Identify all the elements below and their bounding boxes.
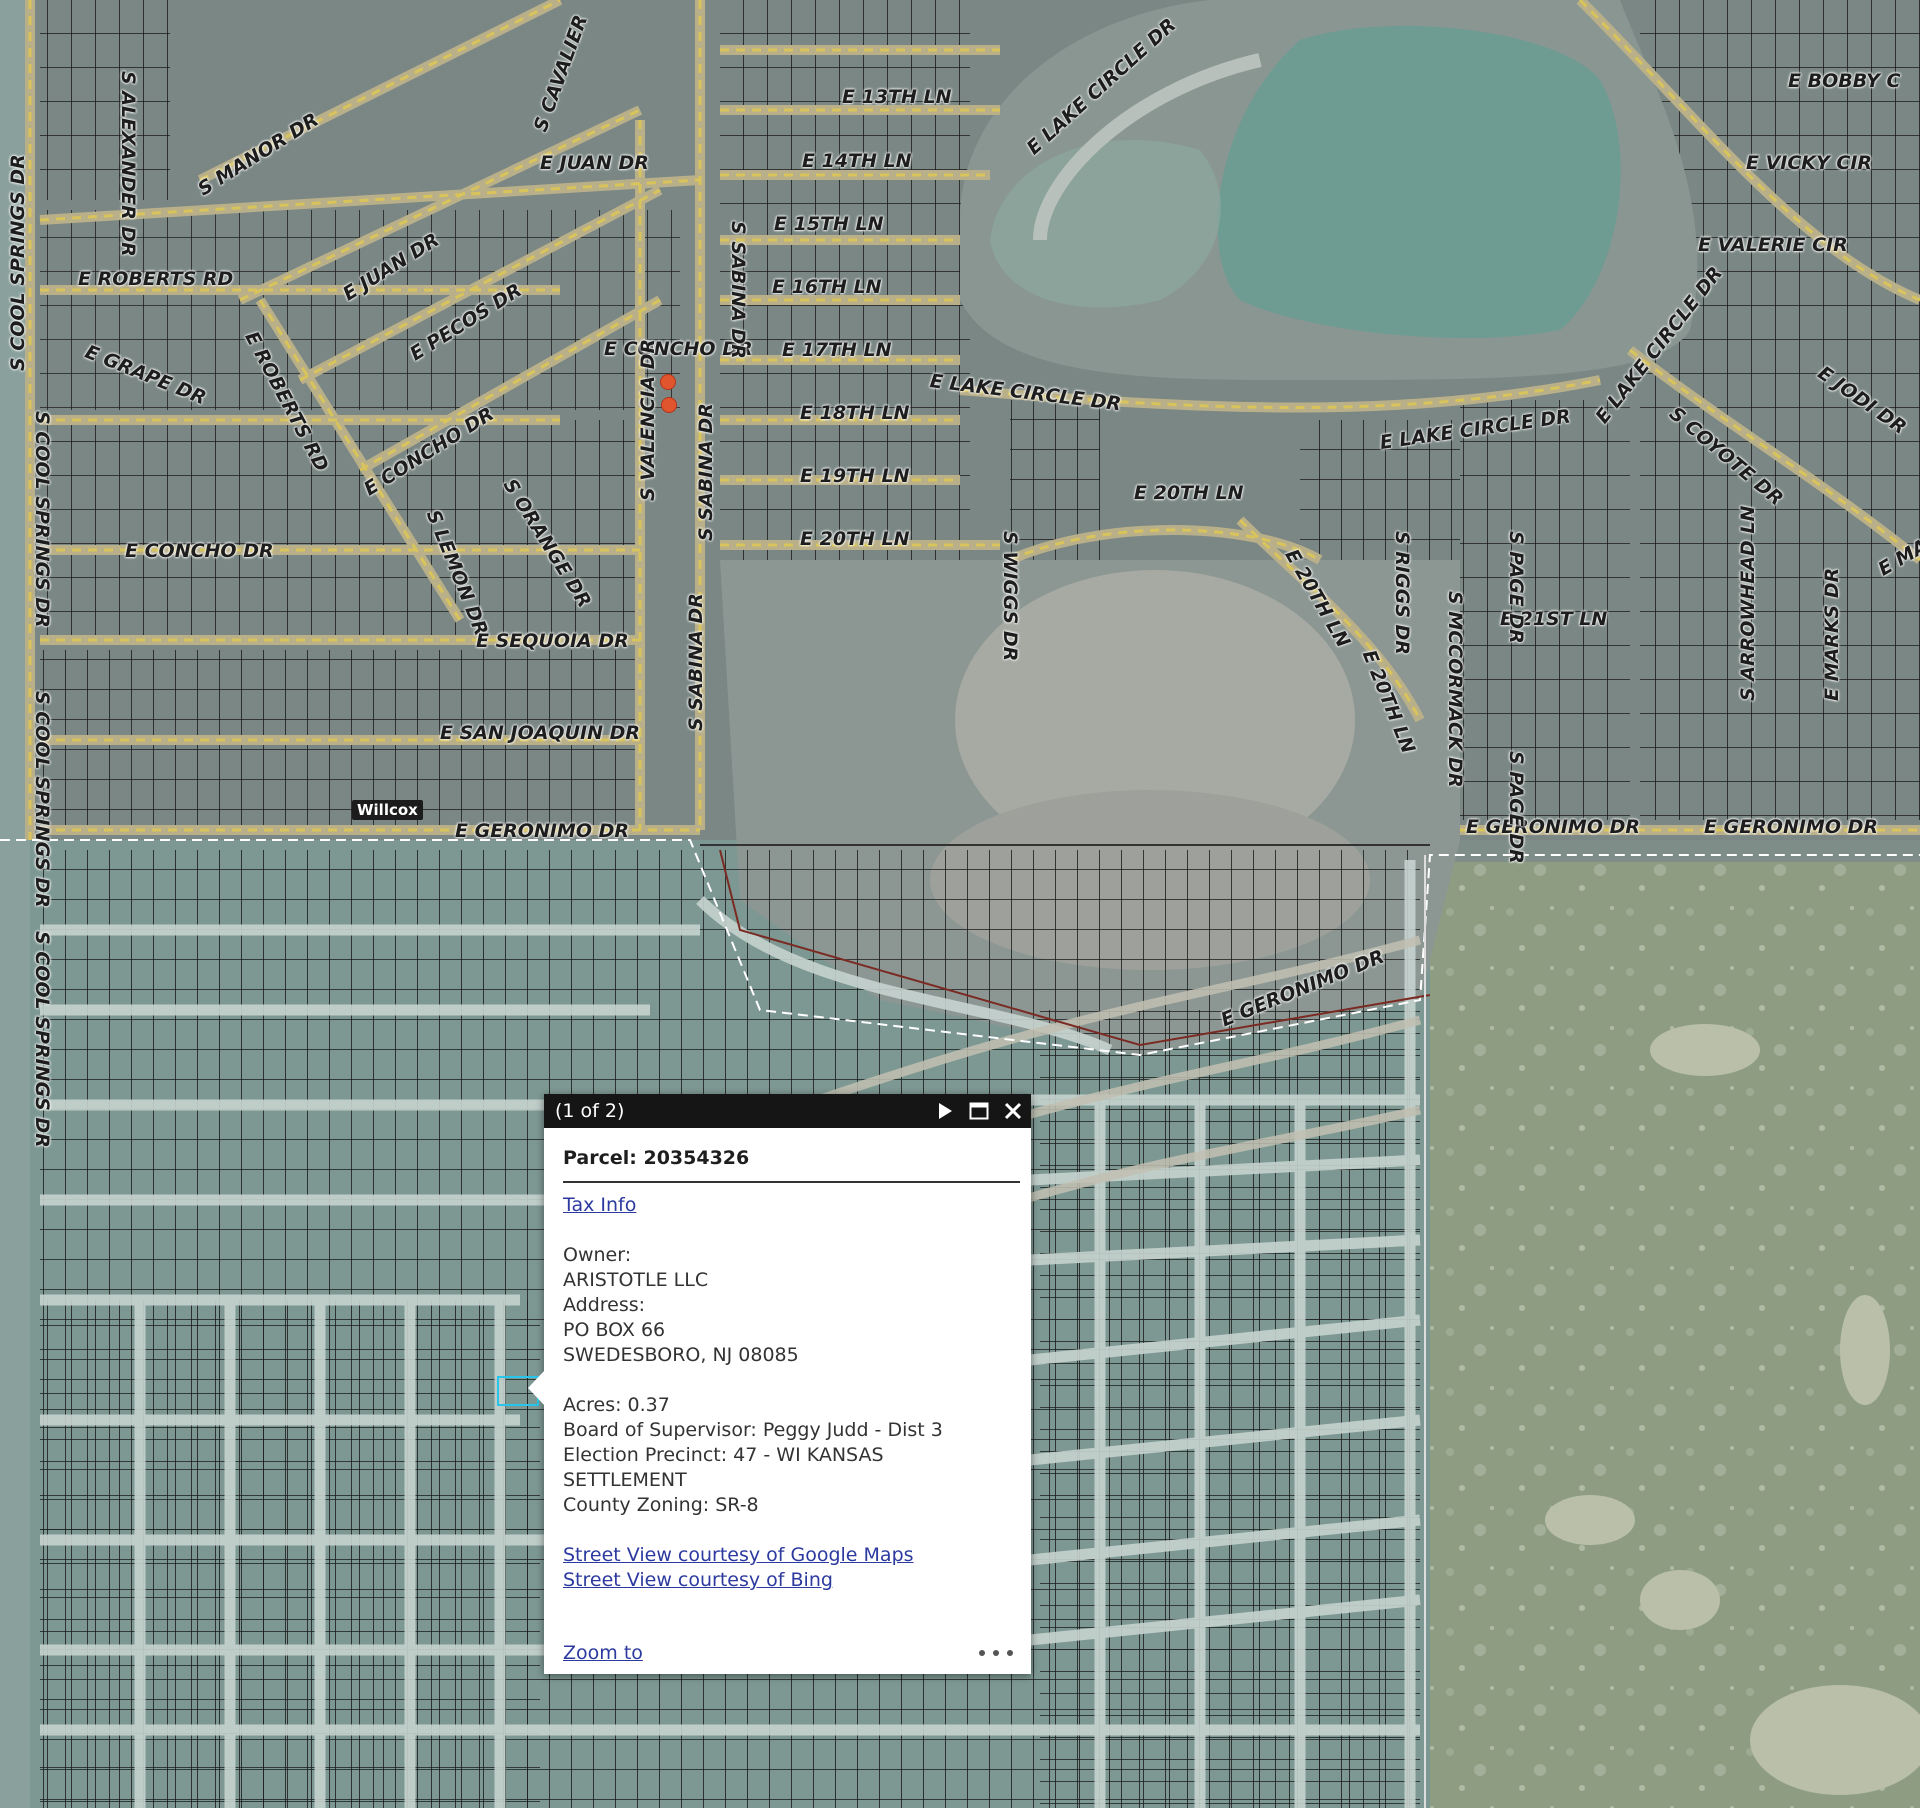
acres-value: Acres: 0.37 (563, 1394, 670, 1416)
precinct-value: Election Precinct: 47 - WI KANSAS (563, 1444, 884, 1466)
popup-header: (1 of 2) (544, 1094, 1031, 1128)
place-label-willcox: Willcox (352, 800, 423, 820)
precinct-value-cont: SETTLEMENT (563, 1469, 687, 1491)
popup-content: Parcel: 20354326 Tax Info Owner: ARISTOT… (544, 1128, 1031, 1593)
parcel-popup: (1 of 2) Parcel: 20354326 Tax Info Owner… (528, 1094, 1031, 1674)
popup-pointer (528, 1370, 545, 1406)
address-line-1: PO BOX 66 (563, 1319, 666, 1341)
bing-street-view-link[interactable]: Street View courtesy of Bing (563, 1568, 1020, 1593)
close-icon (1004, 1102, 1022, 1120)
maximize-icon (969, 1102, 989, 1120)
zoom-to-link[interactable]: Zoom to (563, 1642, 643, 1664)
zoning-value: County Zoning: SR-8 (563, 1494, 759, 1516)
tax-info-link[interactable]: Tax Info (563, 1193, 1020, 1218)
owner-label: Owner: (563, 1244, 632, 1266)
google-street-view-link[interactable]: Street View courtesy of Google Maps (563, 1543, 1020, 1568)
play-icon (939, 1103, 952, 1119)
parcel-title: Parcel: 20354326 (563, 1146, 1020, 1183)
next-feature-button[interactable] (931, 1097, 959, 1125)
location-marker[interactable] (660, 374, 676, 390)
supervisor-value: Board of Supervisor: Peggy Judd - Dist 3 (563, 1419, 943, 1441)
more-options-icon[interactable] (979, 1643, 1013, 1663)
popup-footer: Zoom to (563, 1642, 1013, 1664)
popup-controls (931, 1094, 1027, 1128)
owner-value: ARISTOTLE LLC (563, 1269, 709, 1291)
address-label: Address: (563, 1294, 646, 1316)
close-button[interactable] (999, 1097, 1027, 1125)
address-line-2: SWEDESBORO, NJ 08085 (563, 1344, 799, 1366)
location-marker[interactable] (661, 397, 677, 413)
maximize-button[interactable] (965, 1097, 993, 1125)
popup-feature-counter: (1 of 2) (555, 1100, 625, 1122)
